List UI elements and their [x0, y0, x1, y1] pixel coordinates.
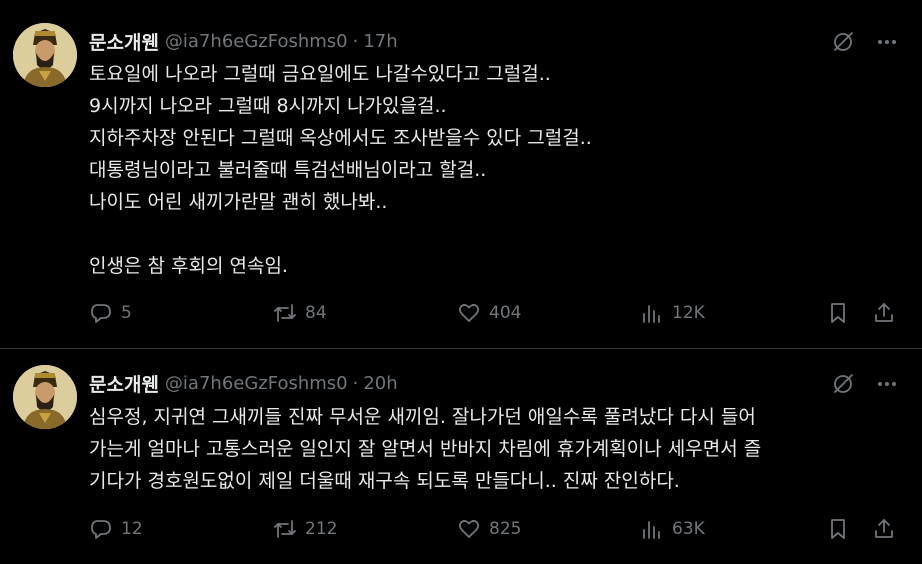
timestamp[interactable]: 20h — [363, 373, 397, 394]
grok-icon[interactable] — [830, 371, 856, 401]
retweet-button[interactable]: 84 — [273, 298, 327, 328]
tweet-header: 문소개웬 @ia7h6eGzFoshms0 · 20h — [89, 369, 398, 397]
tweet-text: 토요일에 나오라 그럴때 금요일에도 나갈수있다고 그럴걸.. 9시까지 나오라 … — [89, 58, 909, 282]
tweet-line: 지하주차장 안된다 그럴때 옥상에서도 조사받을수 있다 그럴걸.. — [89, 127, 592, 149]
like-count: 825 — [489, 519, 522, 539]
more-icon[interactable] — [876, 31, 898, 57]
tweet-line: 9시까지 나오라 그럴때 8시까지 나가있을걸.. — [89, 95, 447, 117]
heart-icon — [458, 304, 480, 322]
bookmark-button[interactable] — [826, 298, 850, 328]
reply-button[interactable]: 5 — [89, 298, 132, 328]
tweet-line: 심우정, 지귀연 그새끼들 진짜 무서운 새끼임. 잘나가던 애일수록 풀려났다… — [89, 406, 756, 428]
views-button[interactable]: 63K — [640, 514, 705, 544]
tweet-line: 인생은 참 후회의 연속임. — [89, 255, 288, 277]
tweet-text: 심우정, 지귀연 그새끼들 진짜 무서운 새끼임. 잘나가던 애일수록 풀려났다… — [89, 401, 909, 497]
reply-count: 12 — [121, 519, 143, 539]
more-icon[interactable] — [876, 373, 898, 399]
share-button[interactable] — [872, 514, 896, 544]
tweet-line: 토요일에 나오라 그럴때 금요일에도 나갈수있다고 그럴걸.. — [89, 63, 551, 85]
bookmark-button[interactable] — [826, 514, 850, 544]
reply-icon — [91, 520, 111, 539]
retweet-count: 84 — [305, 303, 327, 323]
avatar[interactable] — [13, 23, 77, 87]
grok-icon[interactable] — [830, 29, 856, 59]
retweet-count: 212 — [305, 519, 338, 539]
like-count: 404 — [489, 303, 522, 323]
display-name[interactable]: 문소개웬 — [89, 370, 159, 397]
retweet-icon — [274, 304, 296, 322]
heart-icon — [458, 520, 480, 538]
view-count: 12K — [672, 303, 705, 323]
tweet-header: 문소개웬 @ia7h6eGzFoshms0 · 17h — [89, 27, 398, 55]
share-icon — [875, 519, 893, 538]
retweet-button[interactable]: 212 — [273, 514, 337, 544]
tweet-line: 가는게 얼마나 고통스러운 일인지 잘 알면서 반바지 차림에 휴가계획이나 세… — [89, 438, 762, 460]
tweet-line: 나이도 어린 새끼가란말 괜히 했나봐.. — [89, 191, 388, 213]
reply-button[interactable]: 12 — [89, 514, 143, 544]
action-bar: 5 84 404 12K — [89, 298, 901, 328]
avatar[interactable] — [13, 365, 77, 429]
share-icon — [875, 303, 893, 322]
separator: · — [352, 30, 359, 52]
view-count: 63K — [672, 519, 705, 539]
display-name[interactable]: 문소개웬 — [89, 28, 159, 55]
action-bar: 12 212 825 63K — [89, 514, 901, 544]
user-handle[interactable]: @ia7h6eGzFoshms0 — [165, 373, 348, 394]
reply-count: 5 — [121, 303, 132, 323]
tweet[interactable]: 문소개웬 @ia7h6eGzFoshms0 · 20h 심우정, 지귀연 그새끼… — [0, 349, 922, 564]
like-button[interactable]: 825 — [457, 514, 521, 544]
like-button[interactable]: 404 — [457, 298, 521, 328]
tweet-line: 기다가 경호원도없이 제일 더울때 재구속 되도록 만들다니.. 진짜 잔인하다… — [89, 470, 680, 492]
timestamp[interactable]: 17h — [363, 31, 397, 52]
tweet-line: 대통령님이라고 불러줄때 특검선배님이라고 할걸.. — [89, 159, 487, 181]
bookmark-icon — [831, 303, 845, 323]
user-handle[interactable]: @ia7h6eGzFoshms0 — [165, 31, 348, 52]
views-button[interactable]: 12K — [640, 298, 705, 328]
bookmark-icon — [831, 519, 845, 539]
share-button[interactable] — [872, 298, 896, 328]
reply-icon — [91, 304, 111, 323]
retweet-icon — [274, 520, 296, 538]
views-icon — [643, 521, 660, 539]
tweet[interactable]: 문소개웬 @ia7h6eGzFoshms0 · 17h 토요일에 나오라 그럴때… — [0, 0, 922, 348]
separator: · — [352, 372, 359, 394]
views-icon — [643, 305, 660, 323]
